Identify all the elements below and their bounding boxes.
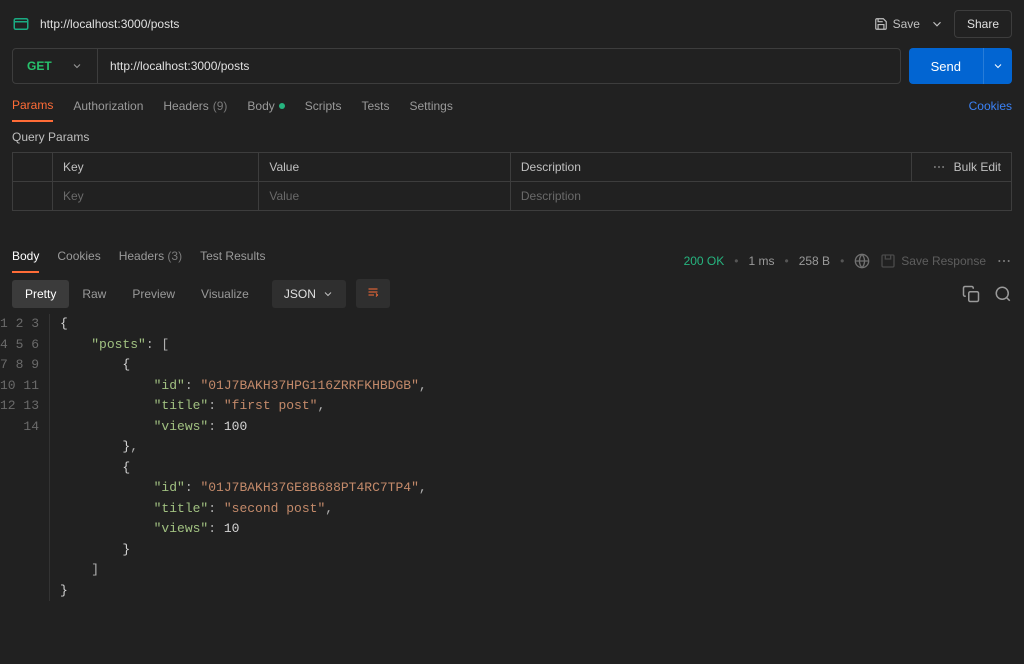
http-tab-icon — [12, 15, 30, 33]
send-dropdown-button[interactable] — [983, 48, 1012, 84]
query-params-table: Key Value Description Bulk Edit Key Valu… — [12, 152, 1012, 211]
sep: • — [840, 254, 844, 268]
save-label: Save — [893, 17, 920, 31]
res-tab-headers-count: (3) — [167, 249, 182, 263]
bulk-edit-link[interactable]: Bulk Edit — [954, 160, 1001, 174]
tab-authorization[interactable]: Authorization — [73, 98, 143, 122]
sep: • — [734, 254, 738, 268]
more-horizontal-icon[interactable] — [996, 253, 1012, 269]
bulk-header: Bulk Edit — [912, 153, 1012, 182]
tab-headers-count: (9) — [213, 99, 228, 113]
tab-body-label: Body — [247, 99, 274, 113]
method-select[interactable]: GET — [13, 49, 98, 83]
wrap-icon — [366, 286, 380, 298]
send-button[interactable]: Send — [909, 48, 983, 84]
view-pretty[interactable]: Pretty — [12, 280, 69, 308]
chevron-down-icon — [322, 288, 334, 300]
code-content: { "posts": [ { "id": "01J7BAKH37HPG116ZR… — [50, 314, 427, 601]
check-header — [13, 153, 53, 182]
save-response-label: Save Response — [901, 254, 986, 268]
save-response-button[interactable]: Save Response — [880, 253, 986, 269]
wrap-lines-button[interactable] — [356, 279, 390, 308]
desc-header: Description — [510, 153, 911, 182]
tab-scripts[interactable]: Scripts — [305, 98, 342, 122]
copy-icon[interactable] — [962, 285, 980, 303]
search-icon[interactable] — [994, 285, 1012, 303]
tab-headers[interactable]: Headers (9) — [163, 98, 227, 122]
desc-input[interactable]: Description — [510, 182, 1011, 211]
save-button[interactable]: Save — [874, 17, 920, 31]
sep: • — [785, 254, 789, 268]
cookies-link[interactable]: Cookies — [969, 99, 1012, 121]
save-icon — [874, 17, 888, 31]
share-button[interactable]: Share — [954, 10, 1012, 38]
check-cell[interactable] — [13, 182, 53, 211]
body-changed-dot — [279, 103, 285, 109]
line-gutter: 1 2 3 4 5 6 7 8 9 10 11 12 13 14 — [0, 314, 50, 601]
value-header: Value — [259, 153, 511, 182]
method-url-bar: GET — [12, 48, 901, 84]
tab-tests[interactable]: Tests — [361, 98, 389, 122]
language-select[interactable]: JSON — [272, 280, 346, 308]
res-tab-headers-label: Headers — [119, 249, 164, 263]
query-params-label: Query Params — [0, 122, 1024, 152]
response-body[interactable]: 1 2 3 4 5 6 7 8 9 10 11 12 13 14 { "post… — [0, 314, 1024, 601]
res-tab-body[interactable]: Body — [12, 249, 39, 273]
language-label: JSON — [284, 287, 316, 301]
key-header: Key — [53, 153, 259, 182]
save-response-icon — [880, 253, 896, 269]
tab-params[interactable]: Params — [12, 98, 53, 122]
more-horizontal-icon[interactable] — [932, 160, 946, 174]
method-label: GET — [27, 59, 52, 73]
save-chevron-icon[interactable] — [930, 17, 944, 31]
chevron-down-icon — [71, 60, 83, 72]
url-input[interactable] — [98, 49, 900, 83]
status-code: 200 OK — [684, 254, 725, 268]
view-raw[interactable]: Raw — [69, 280, 119, 308]
view-visualize[interactable]: Visualize — [188, 280, 262, 308]
globe-icon[interactable] — [854, 253, 870, 269]
res-tab-test-results[interactable]: Test Results — [200, 249, 265, 273]
tab-body[interactable]: Body — [247, 98, 284, 122]
key-input[interactable]: Key — [53, 182, 259, 211]
res-tab-cookies[interactable]: Cookies — [57, 249, 100, 273]
value-input[interactable]: Value — [259, 182, 511, 211]
chevron-down-icon — [992, 60, 1004, 72]
response-time: 1 ms — [748, 254, 774, 268]
response-size: 258 B — [799, 254, 830, 268]
tab-headers-label: Headers — [163, 99, 208, 113]
res-tab-headers[interactable]: Headers (3) — [119, 249, 182, 273]
tab-title: http://localhost:3000/posts — [40, 17, 179, 31]
tab-settings[interactable]: Settings — [409, 98, 452, 122]
view-preview[interactable]: Preview — [119, 280, 188, 308]
